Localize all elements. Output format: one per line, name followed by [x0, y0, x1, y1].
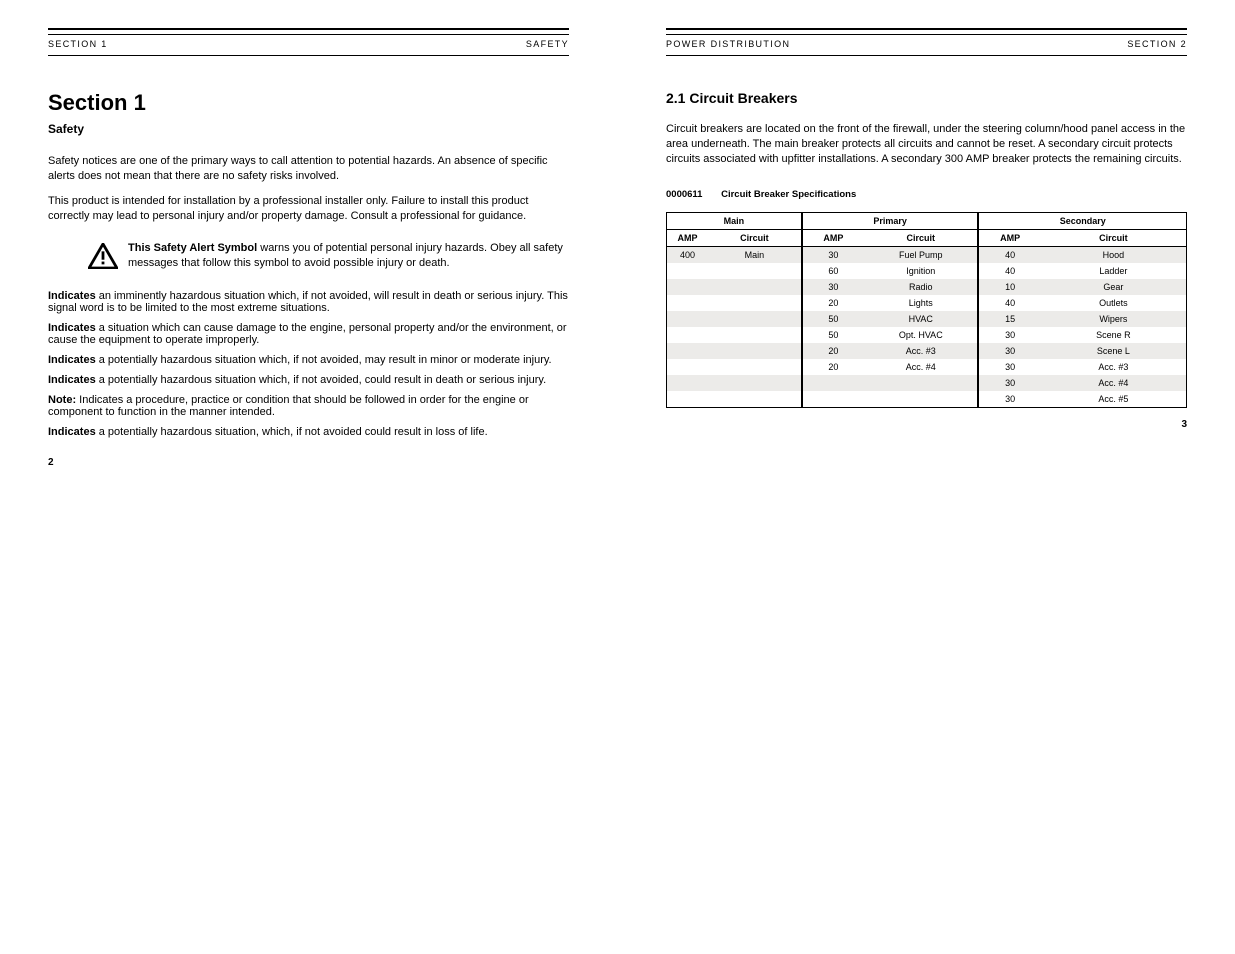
def-term: Indicates — [48, 322, 96, 334]
def-body: a potentially hazardous situation which,… — [96, 374, 546, 386]
section-title: Section 1 — [48, 90, 569, 116]
table-row: 20Acc. #330Scene L — [667, 343, 1187, 359]
col-amp: AMP — [802, 229, 864, 246]
intro-paragraph-2: This product is intended for installatio… — [48, 194, 569, 224]
table-row: 30Acc. #5 — [667, 391, 1187, 408]
running-head: POWER DISTRIBUTION SECTION 2 — [666, 37, 1187, 53]
page-left: SECTION 1 SAFETY Section 1 Safety Safety… — [0, 0, 617, 486]
table-row: 30Acc. #4 — [667, 375, 1187, 391]
col-circuit: Circuit — [864, 229, 978, 246]
table-caption: 0000611 Circuit Breaker Specifications — [666, 189, 1187, 200]
page-right: POWER DISTRIBUTION SECTION 2 2.1 Circuit… — [618, 0, 1235, 448]
table-row: 400Main30Fuel Pump40Hood — [667, 246, 1187, 263]
running-head-left: POWER DISTRIBUTION — [666, 39, 790, 49]
col-circuit: Circuit — [708, 229, 802, 246]
def-body: a potentially hazardous situation which,… — [96, 354, 552, 366]
definitions-list: Indicates an imminently hazardous situat… — [48, 290, 569, 438]
col-circuit: Circuit — [1041, 229, 1187, 246]
chapter-intro: Circuit breakers are located on the fron… — [666, 122, 1187, 167]
breaker-table: Main Primary Secondary AMP Circuit AMP C… — [666, 212, 1187, 408]
table-row: 50HVAC15Wipers — [667, 311, 1187, 327]
col-group-primary: Primary — [802, 212, 979, 229]
page-number: 3 — [1181, 419, 1187, 430]
table-row: 60Ignition40Ladder — [667, 263, 1187, 279]
def-term: Indicates — [48, 426, 96, 438]
col-group-main: Main — [667, 212, 802, 229]
rule-bottom — [666, 55, 1187, 56]
running-head: SECTION 1 SAFETY — [48, 37, 569, 53]
section-subtitle: Safety — [48, 122, 569, 136]
running-head-right: SAFETY — [526, 39, 569, 49]
def-body: a situation which can cause damage to th… — [48, 322, 567, 346]
def-body: Indicates a procedure, practice or condi… — [48, 394, 529, 418]
table-row: 30Radio10Gear — [667, 279, 1187, 295]
def-term: Indicates — [48, 374, 96, 386]
intro-paragraph-1: Safety notices are one of the primary wa… — [48, 154, 569, 184]
table-row: 20Acc. #430Acc. #3 — [667, 359, 1187, 375]
table-caption-number: 0000611 — [666, 189, 702, 200]
breaker-table-body: 400Main30Fuel Pump40Hood 60Ignition40Lad… — [667, 246, 1187, 407]
running-head-right: SECTION 2 — [1127, 39, 1187, 49]
rule-top — [48, 28, 569, 35]
chapter-title: 2.1 Circuit Breakers — [666, 90, 1187, 106]
def-body: a potentially hazardous situation, which… — [96, 426, 488, 438]
safety-alert-icon — [88, 241, 118, 272]
rule-top — [666, 28, 1187, 35]
safety-callout-text: This Safety Alert Symbol warns you of po… — [128, 241, 569, 272]
table-row: 50Opt. HVAC30Scene R — [667, 327, 1187, 343]
def-term: Indicates — [48, 290, 96, 302]
def-term: Note: — [48, 394, 79, 406]
callout-lead: This Safety Alert Symbol — [128, 242, 257, 254]
safety-callout: This Safety Alert Symbol warns you of po… — [88, 241, 569, 272]
col-amp: AMP — [667, 229, 709, 246]
def-term: Indicates — [48, 354, 96, 366]
col-group-secondary: Secondary — [978, 212, 1186, 229]
running-head-left: SECTION 1 — [48, 39, 108, 49]
page-number: 2 — [48, 457, 54, 468]
col-amp: AMP — [978, 229, 1040, 246]
rule-bottom — [48, 55, 569, 56]
def-body: an imminently hazardous situation which,… — [48, 290, 568, 314]
table-caption-text: Circuit Breaker Specifications — [721, 189, 856, 200]
table-row: 20Lights40Outlets — [667, 295, 1187, 311]
